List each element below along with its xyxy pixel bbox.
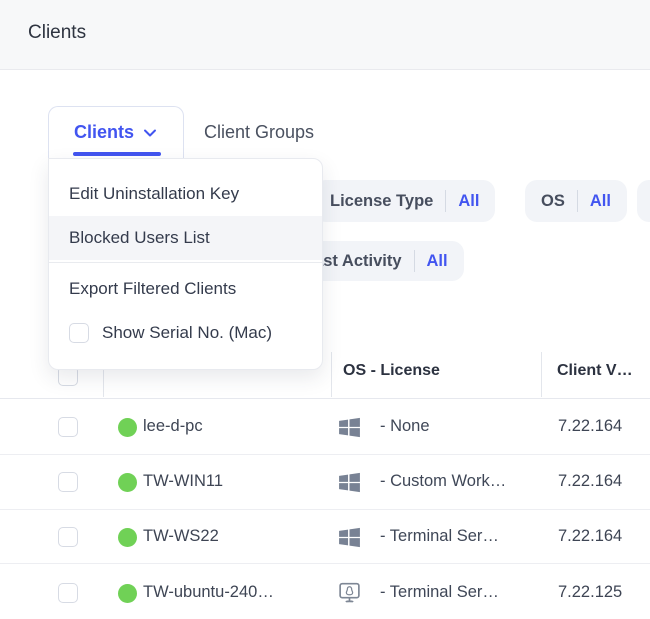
top-title-bar: Clients <box>0 0 650 70</box>
table-row[interactable]: TW-WS22 - Terminal Ser… 7.22.164 <box>0 510 650 564</box>
client-name[interactable]: TW-WIN11 <box>143 472 223 491</box>
chip-divider <box>414 250 415 272</box>
online-status-dot <box>118 584 137 603</box>
menu-item-edit-uninstallation-key[interactable]: Edit Uninstallation Key <box>49 172 322 216</box>
os-license-value: - None <box>380 417 430 436</box>
tab-clients[interactable]: Clients <box>48 106 184 158</box>
filter-value-license-type[interactable]: All <box>458 192 479 211</box>
client-version-value: 7.22.164 <box>558 527 622 546</box>
tab-client-groups[interactable]: Client Groups <box>204 119 314 145</box>
filter-label-license-type: License Type <box>330 192 433 211</box>
chip-divider <box>445 190 446 212</box>
client-name[interactable]: lee-d-pc <box>143 417 203 436</box>
table-row[interactable]: TW-WIN11 - Custom Work… 7.22.164 <box>0 455 650 510</box>
tab-client-groups-label: Client Groups <box>204 122 314 143</box>
online-status-dot <box>118 418 137 437</box>
filter-value-os[interactable]: All <box>590 192 611 211</box>
os-license-value: - Custom Work… <box>380 472 506 491</box>
chevron-down-icon <box>142 125 158 141</box>
filter-chip-os[interactable]: OS All <box>525 180 627 222</box>
column-divider <box>331 352 332 397</box>
filter-value-last-activity[interactable]: All <box>427 252 448 271</box>
client-version-value: 7.22.164 <box>558 472 622 491</box>
page-title: Clients <box>28 22 86 44</box>
filter-chip-partial[interactable] <box>637 180 650 222</box>
online-status-dot <box>118 528 137 547</box>
row-checkbox[interactable] <box>58 527 78 547</box>
table-row[interactable]: lee-d-pc - None 7.22.164 <box>0 399 650 455</box>
clients-dropdown-menu: Edit Uninstallation Key Blocked Users Li… <box>48 158 323 370</box>
active-tab-underline <box>73 152 161 156</box>
client-name[interactable]: TW-ubuntu-240… <box>143 583 274 602</box>
menu-item-export-filtered-clients[interactable]: Export Filtered Clients <box>49 267 322 311</box>
column-divider <box>541 352 542 397</box>
column-header-os-license[interactable]: OS - License <box>343 362 440 380</box>
os-license-value: - Terminal Ser… <box>380 527 499 546</box>
table-row[interactable]: TW-ubuntu-240… - Terminal Ser… 7.22.125 <box>0 564 650 619</box>
client-version-value: 7.22.164 <box>558 417 622 436</box>
client-version-value: 7.22.125 <box>558 583 622 602</box>
chip-divider <box>577 190 578 212</box>
online-status-dot <box>118 473 137 492</box>
filter-chip-license-type[interactable]: License Type All <box>314 180 495 222</box>
row-checkbox[interactable] <box>58 583 78 603</box>
windows-icon <box>337 415 362 440</box>
row-checkbox[interactable] <box>58 417 78 437</box>
linux-icon <box>337 580 362 605</box>
client-name[interactable]: TW-WS22 <box>143 527 219 546</box>
menu-item-show-serial-no[interactable]: Show Serial No. (Mac) <box>49 311 322 355</box>
column-header-client-version[interactable]: Client V… <box>557 362 633 380</box>
menu-divider <box>49 262 322 263</box>
show-serial-label: Show Serial No. (Mac) <box>102 323 272 343</box>
menu-item-blocked-users-list[interactable]: Blocked Users List <box>49 216 322 260</box>
show-serial-checkbox[interactable] <box>69 323 89 343</box>
windows-icon <box>337 525 362 550</box>
filter-label-os: OS <box>541 192 565 211</box>
row-checkbox[interactable] <box>58 472 78 492</box>
tab-clients-label: Clients <box>74 122 134 143</box>
os-license-value: - Terminal Ser… <box>380 583 499 602</box>
windows-icon <box>337 470 362 495</box>
